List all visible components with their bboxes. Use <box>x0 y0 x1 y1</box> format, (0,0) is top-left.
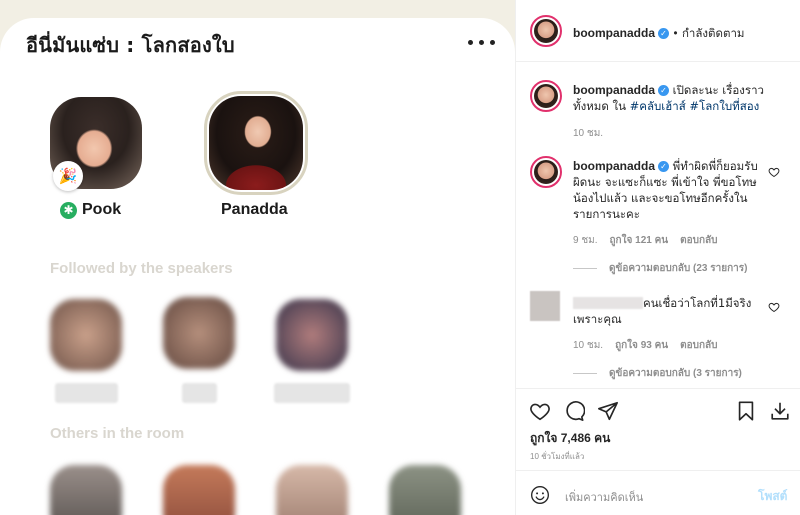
comment-author-avatar-blurred[interactable] <box>530 291 560 321</box>
caption-time: 10 ชม. <box>573 128 604 139</box>
speaker-avatar-panadda[interactable] <box>209 96 303 190</box>
post-header: boompanadda ✓ • กำลังติดตาม <box>516 0 800 62</box>
replies-divider <box>573 373 597 374</box>
comment-username-blurred[interactable] <box>573 297 643 309</box>
caption-author-avatar[interactable] <box>530 80 562 112</box>
comment-author-avatar[interactable] <box>530 156 562 188</box>
instagram-post-panel: boompanadda ✓ • กำลังติดตาม boompanadda ✓ … <box>515 0 800 515</box>
view-replies-label[interactable]: ดูข้อความตอบกลับ (23 รายการ) <box>609 261 747 276</box>
caption-hashtags[interactable]: #คลับเฮ้าส์ #โลกใบที่สอง <box>630 99 760 113</box>
listener-avatar-blurred[interactable] <box>389 465 461 515</box>
like-comment-heart-icon[interactable] <box>768 166 780 178</box>
speaker-name-label: Pook <box>82 201 122 218</box>
comment-time: 10 ชม. <box>573 340 604 351</box>
add-comment-input[interactable]: เพิ่มความคิดเห็น <box>565 488 643 506</box>
comment-2: คนเชื่อว่าโลกที่1มีจริงเพราะคุณ <box>573 295 768 327</box>
replies-divider <box>573 268 597 269</box>
moderator-star-icon: ✱ <box>60 201 77 219</box>
like-comment-heart-icon[interactable] <box>768 301 780 313</box>
caption-username[interactable]: boompanadda <box>573 83 655 97</box>
listener-name-blurred <box>182 383 217 403</box>
like-count[interactable]: ถูกใจ 7,486 คน <box>530 429 610 448</box>
post-caption: boompanadda ✓ เปิดละนะ เรื่องราวทั้งหมด ใ… <box>573 82 768 114</box>
share-paper-plane-icon[interactable] <box>597 400 619 422</box>
emoji-smile-icon[interactable] <box>530 485 550 505</box>
comment-time: 9 ชม. <box>573 235 598 246</box>
reply-button[interactable]: ตอบกลับ <box>680 235 717 246</box>
clubhouse-room-screenshot: อีนี่มันแซ่บ : โลกสองใบ 🎉 ✱ Pook Panadda… <box>0 0 515 515</box>
view-replies-2[interactable]: ดูข้อความตอบกลับ (3 รายการ) <box>573 366 742 381</box>
view-replies-label[interactable]: ดูข้อความตอบกลับ (3 รายการ) <box>609 366 742 381</box>
verified-badge-icon: ✓ <box>658 161 670 172</box>
verified-badge-icon: ✓ <box>658 85 670 96</box>
like-heart-icon[interactable] <box>529 400 551 422</box>
speaker-name-panadda: Panadda <box>221 201 288 218</box>
comment-1-meta: 9 ชม. ถูกใจ 121 คน ตอบกลับ <box>573 233 718 248</box>
listener-avatar-blurred[interactable] <box>163 465 235 515</box>
posted-time: 10 ชั่วโมงที่แล้ว <box>530 452 585 461</box>
download-icon[interactable] <box>769 400 791 422</box>
listener-avatar-blurred[interactable] <box>50 465 122 515</box>
comment-likes[interactable]: ถูกใจ 93 คน <box>615 340 668 351</box>
following-status[interactable]: กำลังติดตาม <box>682 28 745 40</box>
author-username[interactable]: boompanadda <box>573 26 655 40</box>
header-line: boompanadda ✓ • กำลังติดตาม <box>573 24 744 43</box>
listener-name-blurred <box>274 383 350 403</box>
more-options-icon[interactable] <box>468 40 496 48</box>
author-avatar[interactable] <box>530 15 562 47</box>
comment-likes[interactable]: ถูกใจ 121 คน <box>610 235 669 246</box>
reply-button[interactable]: ตอบกลับ <box>680 340 717 351</box>
comment-bubble-icon[interactable] <box>563 400 585 422</box>
followed-by-speakers-label: Followed by the speakers <box>50 260 233 277</box>
speaker-name-pook: ✱ Pook <box>60 201 121 219</box>
party-popper-icon: 🎉 <box>53 161 83 191</box>
listener-name-blurred <box>55 383 118 403</box>
save-bookmark-icon[interactable] <box>735 400 757 422</box>
listener-avatar-blurred[interactable] <box>163 297 235 369</box>
comment-1: boompanadda ✓ พี่ทำผิดพี่ก็ยอมรับผิดนะ จะ… <box>573 158 768 222</box>
comment-2-meta: 10 ชม. ถูกใจ 93 คน ตอบกลับ <box>573 338 718 353</box>
listener-avatar-blurred[interactable] <box>276 465 348 515</box>
add-comment-bar: เพิ่มความคิดเห็น โพสต์ <box>516 470 800 515</box>
others-in-room-label: Others in the room <box>50 425 185 442</box>
post-actions: ถูกใจ 7,486 คน 10 ชั่วโมงที่แล้ว <box>516 388 800 468</box>
listener-avatar-blurred[interactable] <box>276 299 348 371</box>
room-title: อีนี่มันแซ่บ : โลกสองใบ <box>26 33 235 57</box>
view-replies-1[interactable]: ดูข้อความตอบกลับ (23 รายการ) <box>573 261 747 276</box>
header-separator: • <box>673 28 678 40</box>
post-comment-button[interactable]: โพสต์ <box>758 487 787 506</box>
verified-badge-icon: ✓ <box>658 28 670 39</box>
listener-avatar-blurred[interactable] <box>50 299 122 371</box>
comment-username[interactable]: boompanadda <box>573 159 655 173</box>
